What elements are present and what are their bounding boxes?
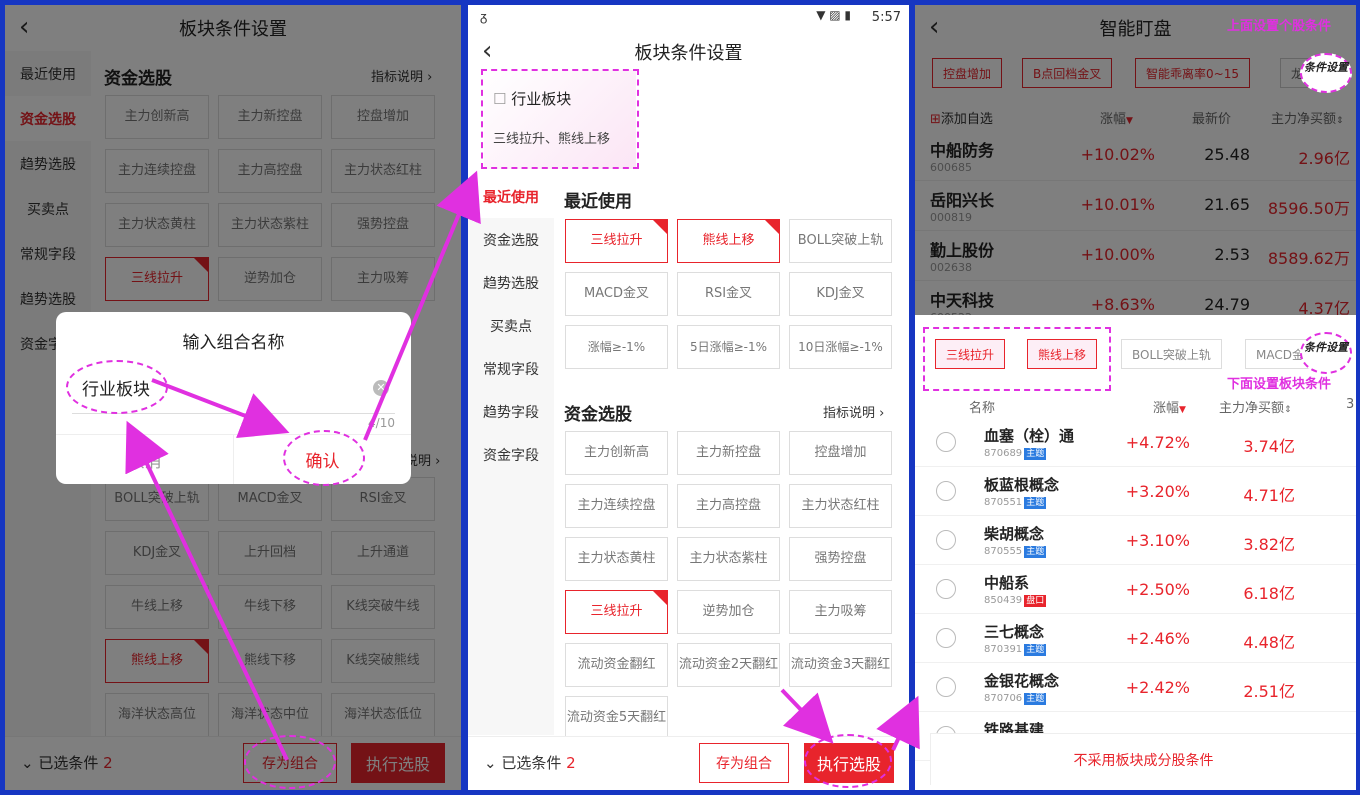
arrow (876, 695, 920, 751)
arrow (151, 378, 290, 439)
arrow (780, 688, 834, 744)
arrow (125, 420, 289, 761)
annotation-arrows (125, 170, 920, 761)
arrow (363, 170, 481, 441)
